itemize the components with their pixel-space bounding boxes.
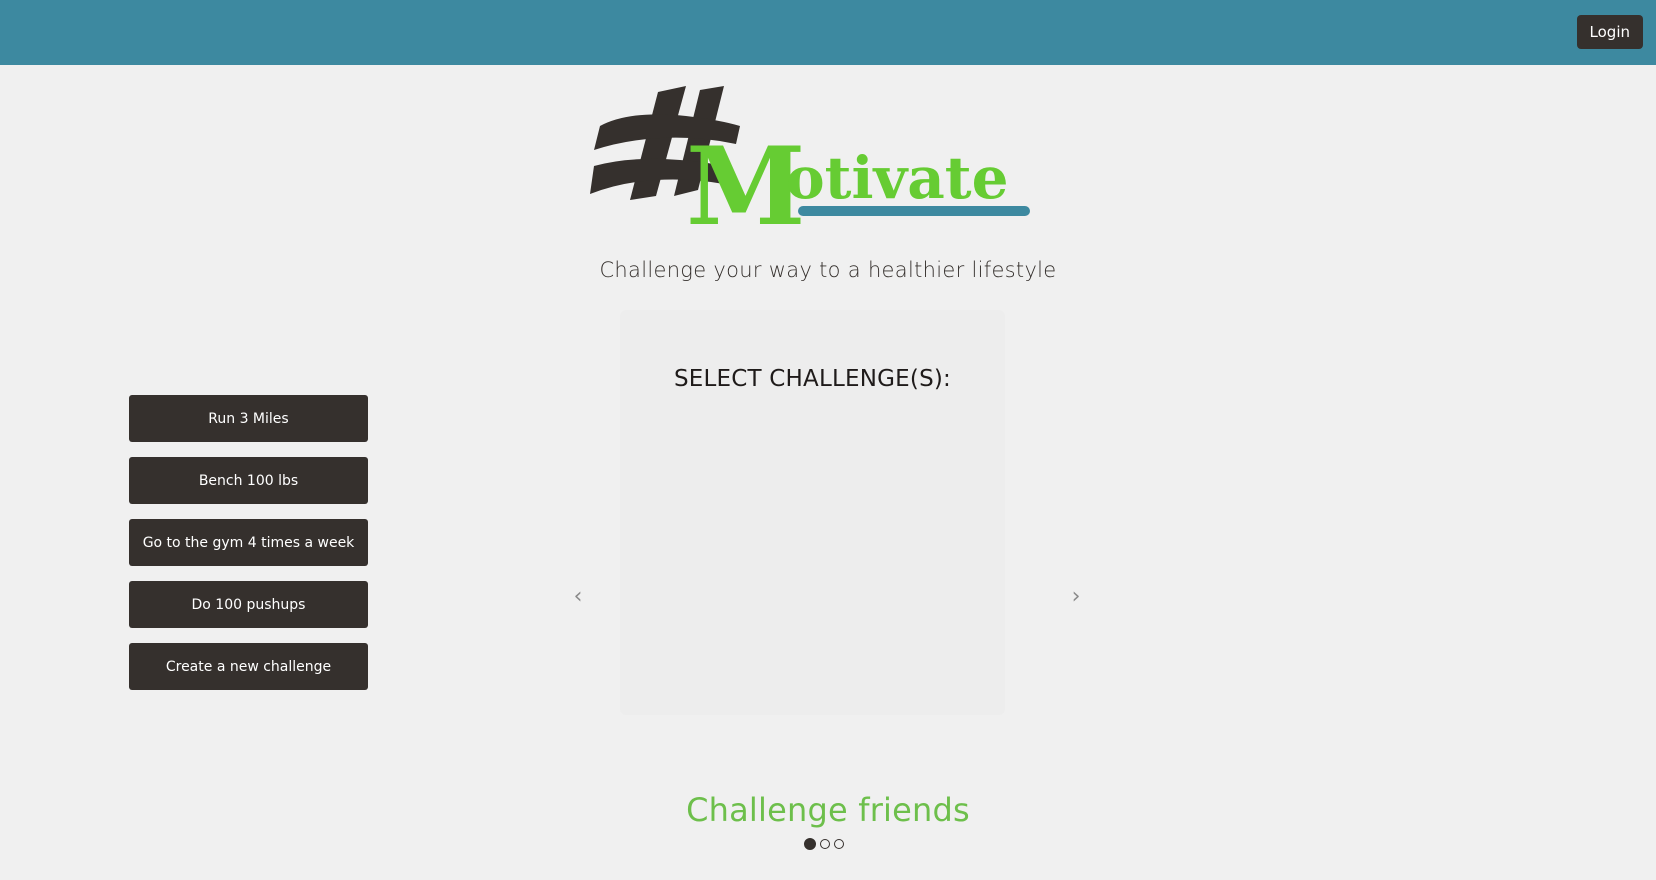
challenge-panel: SELECT CHALLENGE(S): [620,310,1005,715]
top-navbar: Login [0,0,1656,65]
challenge-button-gym-4-times[interactable]: Go to the gym 4 times a week [129,519,368,566]
login-button[interactable]: Login [1576,15,1643,49]
chevron-right-icon: › [1071,584,1081,609]
list-item: Run 3 Miles [129,395,368,442]
carousel-dot-2[interactable] [820,839,830,849]
select-challenge-heading: SELECT CHALLENGE(S): [673,366,951,392]
carousel-dot-1[interactable] [804,838,816,850]
create-new-challenge-button[interactable]: Create a new challenge [129,643,368,690]
list-item: Create a new challenge [129,643,368,690]
carousel-indicators [804,838,844,853]
list-item: Go to the gym 4 times a week [129,519,368,566]
motivate-wordmark: M otivate [686,124,1030,232]
carousel-prev-button[interactable]: ‹ [568,582,588,612]
slide-caption: Challenge friends [686,791,970,829]
svg-text:otivate: otivate [786,144,1008,212]
list-item: Do 100 pushups [129,581,368,628]
carousel-dot-3[interactable] [834,839,844,849]
challenge-button-100-pushups[interactable]: Do 100 pushups [129,581,368,628]
carousel-next-button[interactable]: › [1066,582,1086,612]
challenge-button-bench-100-lbs[interactable]: Bench 100 lbs [129,457,368,504]
challenge-button-run-3-miles[interactable]: Run 3 Miles [129,395,368,442]
list-item: Bench 100 lbs [129,457,368,504]
challenge-list: Run 3 Miles Bench 100 lbs Go to the gym … [129,395,368,705]
chevron-left-icon: ‹ [573,584,583,609]
tagline: Challenge your way to a healthier lifest… [599,258,1057,282]
motivate-logo: M otivate [590,86,1030,232]
